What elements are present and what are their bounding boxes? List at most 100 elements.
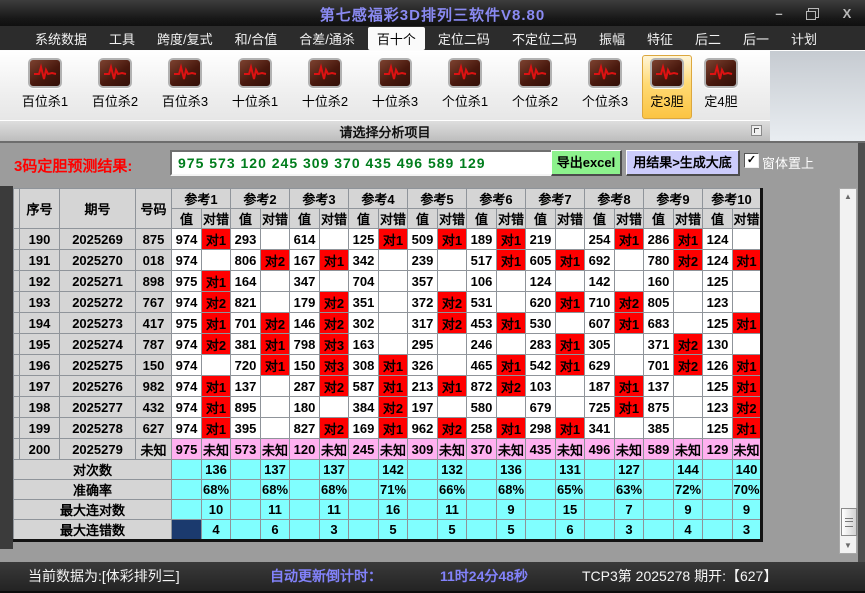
result-cell[interactable]: 对1 xyxy=(379,376,408,397)
result-cell[interactable]: 对1 xyxy=(615,229,644,250)
value-cell[interactable]: 167 xyxy=(290,250,320,271)
result-cell[interactable]: 对3 xyxy=(320,355,349,376)
result-cell[interactable]: 对2 xyxy=(261,250,290,271)
result-cell[interactable]: 对1 xyxy=(556,250,585,271)
seq-cell[interactable]: 191 xyxy=(20,250,60,271)
menu-item-振幅[interactable]: 振幅 xyxy=(590,27,634,50)
value-cell[interactable]: 163 xyxy=(349,334,379,355)
summary-spacer-cell[interactable] xyxy=(703,480,733,500)
summary-value-cell[interactable]: 7 xyxy=(615,500,644,520)
export-excel-button[interactable]: 导出excel xyxy=(551,150,622,176)
value-cell[interactable]: 197 xyxy=(408,397,438,418)
result-cell[interactable] xyxy=(438,355,467,376)
summary-spacer-cell[interactable] xyxy=(585,520,615,541)
result-cell[interactable]: 未知 xyxy=(438,439,467,460)
summary-spacer-cell[interactable] xyxy=(408,480,438,500)
generate-bigbase-button[interactable]: 用结果>生成大底 xyxy=(626,150,740,176)
value-cell[interactable]: 605 xyxy=(526,250,556,271)
value-cell[interactable]: 169 xyxy=(349,418,379,439)
result-cell[interactable]: 对2 xyxy=(320,313,349,334)
result-cell[interactable]: 对1 xyxy=(261,334,290,355)
result-cell[interactable]: 对1 xyxy=(733,376,762,397)
result-cell[interactable]: 对1 xyxy=(497,418,526,439)
summary-value-cell[interactable]: 9 xyxy=(497,500,526,520)
result-cell[interactable] xyxy=(261,418,290,439)
value-cell[interactable]: 326 xyxy=(408,355,438,376)
summary-spacer-cell[interactable] xyxy=(644,460,674,480)
result-cell[interactable]: 对2 xyxy=(615,292,644,313)
seq-cell[interactable]: 190 xyxy=(20,229,60,250)
result-cell[interactable]: 对1 xyxy=(733,313,762,334)
summary-spacer-cell[interactable] xyxy=(703,460,733,480)
result-cell[interactable] xyxy=(320,397,349,418)
seq-cell[interactable]: 197 xyxy=(20,376,60,397)
value-cell[interactable]: 381 xyxy=(231,334,261,355)
period-cell[interactable]: 2025277 xyxy=(60,397,136,418)
period-cell[interactable]: 2025275 xyxy=(60,355,136,376)
menu-item-合差/通杀[interactable]: 合差/通杀 xyxy=(290,27,364,50)
value-cell[interactable]: 308 xyxy=(349,355,379,376)
summary-value-cell[interactable]: 140 xyxy=(733,460,762,480)
result-cell[interactable]: 对2 xyxy=(674,250,703,271)
value-cell[interactable]: 124 xyxy=(703,250,733,271)
number-cell[interactable]: 150 xyxy=(136,355,172,376)
number-cell[interactable]: 982 xyxy=(136,376,172,397)
result-cell[interactable] xyxy=(261,397,290,418)
summary-value-cell[interactable]: 136 xyxy=(497,460,526,480)
summary-spacer-cell[interactable] xyxy=(231,500,261,520)
summary-spacer-cell[interactable] xyxy=(644,520,674,541)
summary-value-cell[interactable]: 144 xyxy=(674,460,703,480)
value-cell[interactable]: 302 xyxy=(349,313,379,334)
result-cell[interactable]: 未知 xyxy=(615,439,644,460)
ribbon-button-定4胆[interactable]: 定4胆 xyxy=(696,55,746,119)
summary-spacer-cell[interactable] xyxy=(349,500,379,520)
result-cell[interactable]: 对1 xyxy=(733,355,762,376)
value-cell[interactable]: 692 xyxy=(585,250,615,271)
value-cell[interactable]: 126 xyxy=(703,355,733,376)
summary-spacer-cell[interactable] xyxy=(172,500,202,520)
summary-spacer-cell[interactable] xyxy=(349,520,379,541)
selected-cell[interactable] xyxy=(172,520,202,541)
summary-value-cell[interactable]: 5 xyxy=(497,520,526,541)
value-cell[interactable]: 587 xyxy=(349,376,379,397)
number-cell[interactable]: 898 xyxy=(136,271,172,292)
dialog-launcher-icon[interactable] xyxy=(751,125,762,136)
value-cell[interactable]: 347 xyxy=(290,271,320,292)
summary-value-cell[interactable]: 131 xyxy=(556,460,585,480)
result-cell[interactable]: 对1 xyxy=(202,271,231,292)
summary-value-cell[interactable]: 70% xyxy=(733,480,762,500)
seq-cell[interactable]: 192 xyxy=(20,271,60,292)
result-cell[interactable] xyxy=(261,292,290,313)
value-cell[interactable]: 189 xyxy=(467,229,497,250)
result-cell[interactable]: 对1 xyxy=(320,250,349,271)
value-cell[interactable]: 683 xyxy=(644,313,674,334)
result-cell[interactable] xyxy=(674,397,703,418)
result-cell[interactable]: 对2 xyxy=(202,334,231,355)
number-cell[interactable]: 018 xyxy=(136,250,172,271)
seq-cell[interactable]: 199 xyxy=(20,418,60,439)
result-cell[interactable]: 对2 xyxy=(674,355,703,376)
value-cell[interactable]: 607 xyxy=(585,313,615,334)
result-cell[interactable]: 对1 xyxy=(733,250,762,271)
value-cell[interactable]: 150 xyxy=(290,355,320,376)
value-cell[interactable]: 805 xyxy=(644,292,674,313)
value-cell[interactable]: 975 xyxy=(172,439,202,460)
value-cell[interactable]: 283 xyxy=(526,334,556,355)
result-cell[interactable]: 对1 xyxy=(438,229,467,250)
result-cell[interactable]: 对2 xyxy=(379,397,408,418)
result-cell[interactable] xyxy=(438,271,467,292)
result-cell[interactable] xyxy=(379,292,408,313)
value-cell[interactable]: 875 xyxy=(644,397,674,418)
ribbon-button-十位杀3[interactable]: 十位杀3 xyxy=(362,55,428,119)
summary-spacer-cell[interactable] xyxy=(408,500,438,520)
value-cell[interactable]: 370 xyxy=(467,439,497,460)
value-cell[interactable]: 295 xyxy=(408,334,438,355)
result-cell[interactable]: 未知 xyxy=(202,439,231,460)
summary-spacer-cell[interactable] xyxy=(703,520,733,541)
result-cell[interactable] xyxy=(261,229,290,250)
result-cell[interactable]: 对2 xyxy=(497,376,526,397)
menu-item-不定位二码[interactable]: 不定位二码 xyxy=(503,27,586,50)
result-cell[interactable] xyxy=(379,271,408,292)
result-cell[interactable] xyxy=(202,250,231,271)
period-cell[interactable]: 2025273 xyxy=(60,313,136,334)
